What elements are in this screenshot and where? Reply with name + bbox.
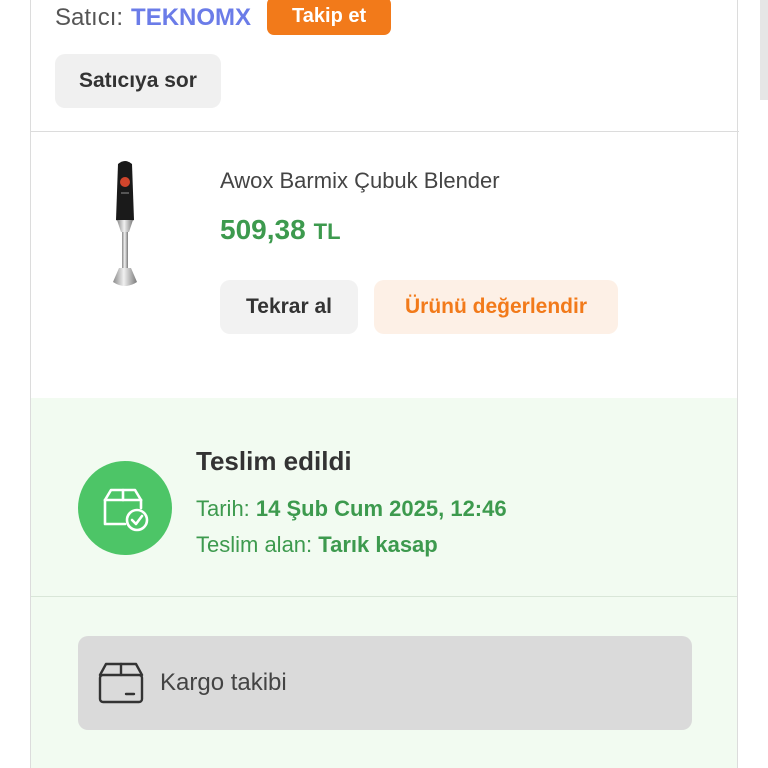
divider: [31, 131, 739, 132]
delivery-status: Teslim edildi: [196, 446, 352, 476]
product-image[interactable]: [107, 160, 143, 292]
order-card: Satıcı: TEKNOMX Takip et Satıcıya sor Awo…: [30, 0, 739, 768]
product-name[interactable]: Awox Barmix Çubuk Blender: [220, 168, 500, 194]
receiver-value: Tarık kasap: [318, 532, 438, 557]
delivery-receiver: Teslim alan: Tarık kasap: [196, 532, 438, 558]
seller-prefix: Satıcı:: [55, 4, 124, 31]
package-icon: [98, 662, 144, 704]
cargo-tracking-button[interactable]: Kargo takibi: [78, 636, 692, 730]
seller-row: Satıcı: TEKNOMX Takip et: [55, 0, 392, 36]
receiver-label: Teslim alan:: [196, 532, 313, 557]
date-value: 14 Şub Cum 2025, 12:46: [255, 496, 507, 521]
price-value: 509,38: [220, 214, 306, 245]
delivered-status-icon: [78, 461, 172, 555]
rate-product-button[interactable]: Ürünü değerlendir: [374, 280, 618, 334]
buy-again-button[interactable]: Tekrar al: [220, 280, 358, 334]
box-check-icon: [103, 488, 149, 532]
delivery-section: Teslim edildi Tarih: 14 Şub Cum 2025, 12…: [31, 398, 737, 768]
follow-button[interactable]: Takip et: [267, 0, 392, 35]
hand-blender-icon: [113, 161, 137, 286]
cargo-tracking-label: Kargo takibi: [160, 669, 287, 696]
price-currency: TL: [313, 219, 341, 244]
scrollbar[interactable]: [760, 0, 768, 100]
seller-name-link[interactable]: TEKNOMX: [131, 4, 251, 31]
delivery-date: Tarih: 14 Şub Cum 2025, 12:46: [196, 496, 507, 522]
ask-seller-button[interactable]: Satıcıya sor: [55, 54, 221, 108]
divider: [31, 596, 737, 597]
date-label: Tarih:: [196, 496, 250, 521]
seller-info: Satıcı: TEKNOMX: [55, 4, 251, 32]
product-price: 509,38 TL: [220, 214, 341, 246]
